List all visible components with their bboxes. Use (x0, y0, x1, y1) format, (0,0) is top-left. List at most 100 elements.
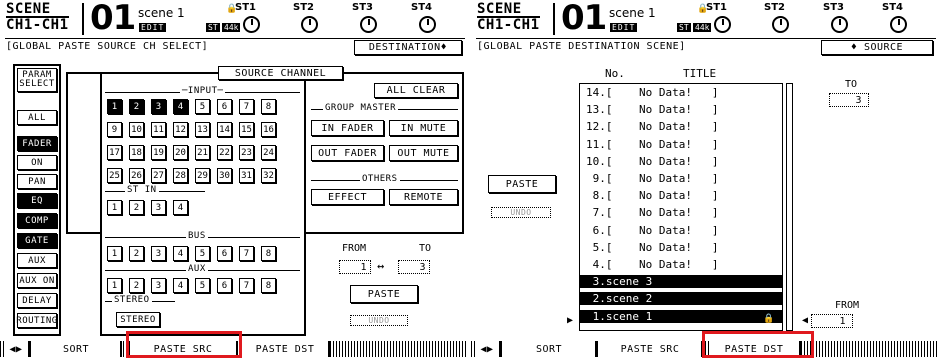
aux-button-6[interactable]: 6 (217, 278, 232, 293)
tab-paste-dst[interactable]: PASTE DST (242, 341, 330, 357)
input-ch-button-5[interactable]: 5 (195, 99, 210, 114)
param-button-delay[interactable]: DELAY (17, 293, 57, 308)
tab-scroll-arrows-icon[interactable]: ◀▶ (4, 341, 30, 357)
param-button-eq[interactable]: EQ (17, 193, 57, 208)
bus-button-3[interactable]: 3 (151, 246, 166, 261)
bus-button-2[interactable]: 2 (129, 246, 144, 261)
st2-knob-icon[interactable] (301, 16, 318, 33)
input-ch-button-25[interactable]: 25 (107, 168, 122, 183)
aux-button-3[interactable]: 3 (151, 278, 166, 293)
from-field[interactable]: 1 (811, 314, 853, 328)
input-ch-button-19[interactable]: 19 (151, 145, 166, 160)
in-fader-button[interactable]: IN FADER (311, 120, 384, 136)
st4-knob-icon[interactable] (890, 16, 907, 33)
input-ch-button-29[interactable]: 29 (195, 168, 210, 183)
param-button-routing[interactable]: ROUTING (16, 313, 57, 328)
scene-list-row[interactable]: 4.[ No Data! ] (580, 258, 782, 271)
input-ch-button-26[interactable]: 26 (129, 168, 144, 183)
in-mute-button[interactable]: IN MUTE (389, 120, 458, 136)
scene-list-row[interactable]: 5.[ No Data! ] (580, 241, 782, 254)
input-ch-button-1[interactable]: 1 (107, 99, 122, 114)
bus-button-5[interactable]: 5 (195, 246, 210, 261)
input-ch-button-8[interactable]: 8 (261, 99, 276, 114)
bus-button-8[interactable]: 8 (261, 246, 276, 261)
scene-list-row[interactable]: 7.[ No Data! ] (580, 206, 782, 219)
scene-list-scrollbar[interactable] (786, 83, 793, 331)
input-ch-button-28[interactable]: 28 (173, 168, 188, 183)
input-ch-button-4[interactable]: 4 (173, 99, 188, 114)
input-ch-button-22[interactable]: 22 (217, 145, 232, 160)
input-ch-button-20[interactable]: 20 (173, 145, 188, 160)
input-ch-button-17[interactable]: 17 (107, 145, 122, 160)
scene-list[interactable]: 14.[ No Data! ] 13.[ No Data! ] 12.[ No Da… (579, 83, 783, 331)
input-ch-button-16[interactable]: 16 (261, 122, 276, 137)
param-button-all[interactable]: ALL (17, 110, 57, 125)
scene-list-row[interactable]: 6.[ No Data! ] (580, 224, 782, 237)
from-field[interactable]: 1 (339, 260, 371, 274)
aux-button-1[interactable]: 1 (107, 278, 122, 293)
st1-knob-icon[interactable] (243, 16, 260, 33)
to-field[interactable]: 3 (829, 93, 869, 107)
bus-button-7[interactable]: 7 (239, 246, 254, 261)
input-ch-button-30[interactable]: 30 (217, 168, 232, 183)
input-ch-button-11[interactable]: 11 (151, 122, 166, 137)
aux-button-8[interactable]: 8 (261, 278, 276, 293)
st2-knob-icon[interactable] (772, 16, 789, 33)
out-mute-button[interactable]: OUT MUTE (389, 145, 458, 161)
input-ch-button-23[interactable]: 23 (239, 145, 254, 160)
tab-paste-src[interactable]: PASTE SRC (599, 341, 703, 357)
scene-list-row[interactable]: 12.[ No Data! ] (580, 120, 782, 133)
source-button[interactable]: ♦ SOURCE (821, 40, 933, 55)
bus-button-6[interactable]: 6 (217, 246, 232, 261)
input-ch-button-21[interactable]: 21 (195, 145, 210, 160)
destination-button[interactable]: DESTINATION♦ (354, 40, 462, 55)
input-ch-button-2[interactable]: 2 (129, 99, 144, 114)
all-clear-button[interactable]: ALL CLEAR (374, 83, 458, 98)
tab-scroll-arrows-icon[interactable]: ◀▶ (475, 341, 501, 357)
param-button-on[interactable]: ON (17, 155, 57, 170)
scene-list-row[interactable]: 8.[ No Data! ] (580, 189, 782, 202)
scene-list-row[interactable]: 1.scene 1 (580, 309, 782, 323)
scene-list-row[interactable]: 9.[ No Data! ] (580, 172, 782, 185)
scene-list-row[interactable]: 14.[ No Data! ] (580, 86, 782, 99)
param-button-comp[interactable]: COMP (17, 213, 57, 228)
param-button-pan[interactable]: PAN (17, 174, 57, 189)
param-button-gate[interactable]: GATE (17, 233, 57, 248)
input-ch-button-24[interactable]: 24 (261, 145, 276, 160)
input-ch-button-7[interactable]: 7 (239, 99, 254, 114)
input-ch-button-14[interactable]: 14 (217, 122, 232, 137)
input-ch-button-3[interactable]: 3 (151, 99, 166, 114)
paste-button[interactable]: PASTE (350, 285, 418, 303)
aux-button-5[interactable]: 5 (195, 278, 210, 293)
scene-list-row[interactable]: 10.[ No Data! ] (580, 155, 782, 168)
scene-list-row[interactable]: 13.[ No Data! ] (580, 103, 782, 116)
out-fader-button[interactable]: OUT FADER (311, 145, 384, 161)
remote-button[interactable]: REMOTE (389, 189, 458, 205)
st3-knob-icon[interactable] (360, 16, 377, 33)
st1-knob-icon[interactable] (714, 16, 731, 33)
scene-list-row[interactable]: 11.[ No Data! ] (580, 138, 782, 151)
input-ch-button-27[interactable]: 27 (151, 168, 166, 183)
input-ch-button-12[interactable]: 12 (173, 122, 188, 137)
undo-button[interactable]: UNDO (491, 207, 551, 218)
effect-button[interactable]: EFFECT (311, 189, 384, 205)
aux-button-2[interactable]: 2 (129, 278, 144, 293)
bus-button-1[interactable]: 1 (107, 246, 122, 261)
bus-button-4[interactable]: 4 (173, 246, 188, 261)
st-in-button-2[interactable]: 2 (129, 200, 144, 215)
aux-button-7[interactable]: 7 (239, 278, 254, 293)
param-button-aux[interactable]: AUX (17, 253, 57, 268)
tab-sort[interactable]: SORT (503, 341, 597, 357)
st-in-button-4[interactable]: 4 (173, 200, 188, 215)
to-field[interactable]: 3 (398, 260, 430, 274)
st-in-button-1[interactable]: 1 (107, 200, 122, 215)
input-ch-button-18[interactable]: 18 (129, 145, 144, 160)
input-ch-button-6[interactable]: 6 (217, 99, 232, 114)
input-ch-button-32[interactable]: 32 (261, 168, 276, 183)
undo-button[interactable]: UNDO (350, 315, 408, 326)
aux-button-4[interactable]: 4 (173, 278, 188, 293)
st3-knob-icon[interactable] (831, 16, 848, 33)
input-ch-button-10[interactable]: 10 (129, 122, 144, 137)
input-ch-button-13[interactable]: 13 (195, 122, 210, 137)
input-ch-button-9[interactable]: 9 (107, 122, 122, 137)
